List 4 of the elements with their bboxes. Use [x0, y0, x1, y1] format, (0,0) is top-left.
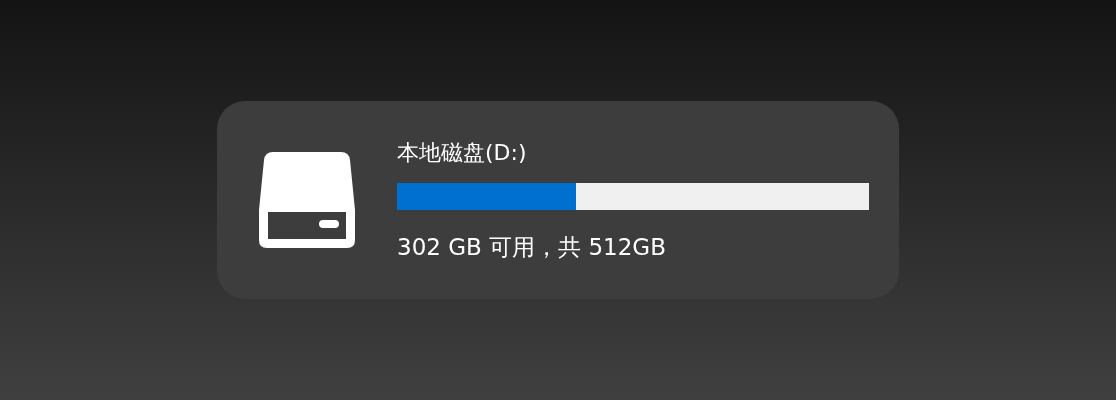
drive-name: 本地磁盘(D:)	[397, 138, 528, 167]
drive-card[interactable]: 本地磁盘(D:) 302 GB 可用，共 512GB	[217, 101, 899, 299]
hard-drive-icon	[259, 152, 355, 248]
space-summary: 302 GB 可用，共 512GB	[397, 232, 667, 262]
